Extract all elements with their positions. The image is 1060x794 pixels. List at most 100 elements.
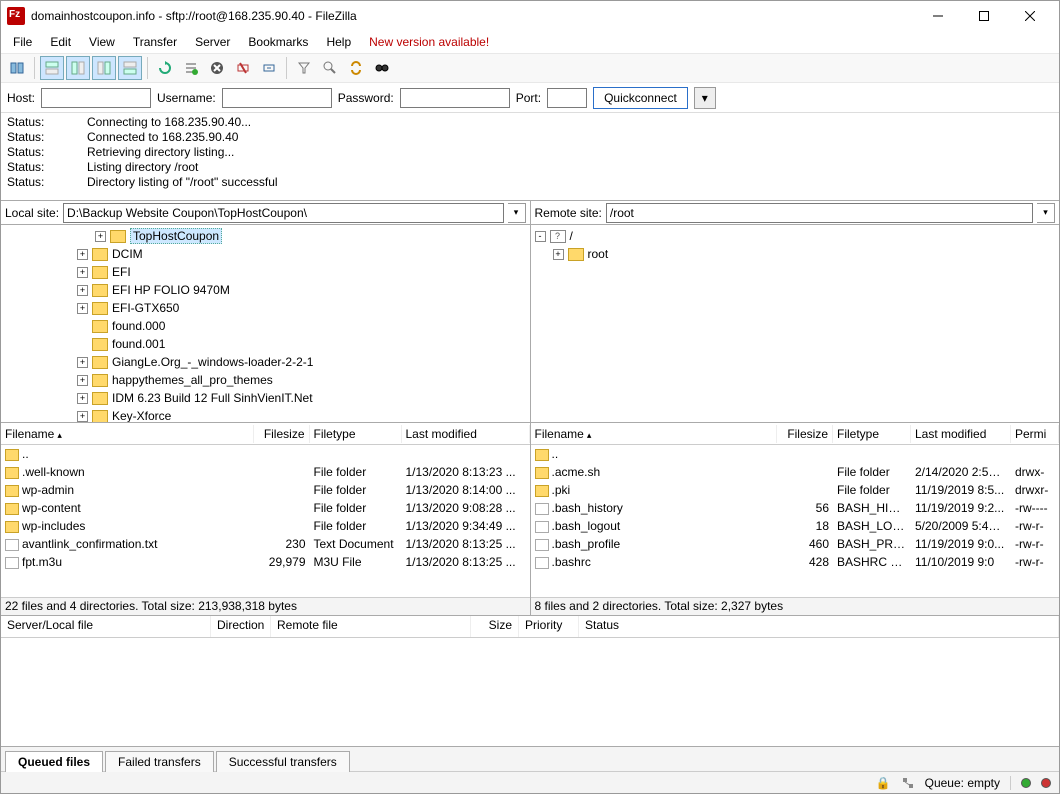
local-path-dropdown[interactable]: ▾ xyxy=(508,203,526,223)
expander-icon[interactable]: + xyxy=(77,249,88,260)
queue-headers[interactable]: Server/Local file Direction Remote file … xyxy=(1,616,1059,638)
expander-icon[interactable]: + xyxy=(77,411,88,422)
file-row[interactable]: .. xyxy=(1,445,530,463)
menu-server[interactable]: Server xyxy=(187,33,238,51)
maximize-button[interactable] xyxy=(961,2,1007,30)
expander-icon[interactable]: + xyxy=(95,231,106,242)
remote-file-headers[interactable]: Filename▴ Filesize Filetype Last modifie… xyxy=(531,423,1060,445)
toggle-queue-button[interactable] xyxy=(118,56,142,80)
compare-button[interactable] xyxy=(318,56,342,80)
local-site-path-input[interactable] xyxy=(63,203,503,223)
refresh-button[interactable] xyxy=(153,56,177,80)
quickconnect-button[interactable]: Quickconnect xyxy=(593,87,688,109)
tree-node[interactable]: -?/ xyxy=(535,227,1056,245)
menu-file[interactable]: File xyxy=(5,33,40,51)
col-lastmodified[interactable]: Last modified xyxy=(911,425,1011,443)
message-log[interactable]: Status:Connecting to 168.235.90.40... St… xyxy=(1,113,1059,201)
close-button[interactable] xyxy=(1007,2,1053,30)
col-filetype[interactable]: Filetype xyxy=(310,425,402,443)
tree-node[interactable]: +DCIM xyxy=(5,245,526,263)
host-input[interactable] xyxy=(41,88,151,108)
expander-icon[interactable]: + xyxy=(77,303,88,314)
menu-transfer[interactable]: Transfer xyxy=(125,33,185,51)
expander-icon[interactable]: + xyxy=(77,393,88,404)
tree-node[interactable]: +Key-Xforce xyxy=(5,407,526,422)
local-file-list[interactable]: Filename▴ Filesize Filetype Last modifie… xyxy=(1,423,530,597)
file-row[interactable]: wp-includesFile folder1/13/2020 9:34:49 … xyxy=(1,517,530,535)
file-row[interactable]: wp-contentFile folder1/13/2020 9:08:28 .… xyxy=(1,499,530,517)
tree-node[interactable]: +GiangLe.Org_-_windows-loader-2-2-1 xyxy=(5,353,526,371)
tree-node[interactable]: +root xyxy=(535,245,1056,263)
quickconnect-history-dropdown[interactable]: ▾ xyxy=(694,87,716,109)
file-row[interactable]: avantlink_confirmation.txt230Text Docume… xyxy=(1,535,530,553)
expander-icon[interactable] xyxy=(77,339,88,350)
filter-button[interactable] xyxy=(292,56,316,80)
expander-icon[interactable]: + xyxy=(77,375,88,386)
lock-icon[interactable]: 🔒 xyxy=(876,776,891,790)
queue-body[interactable] xyxy=(1,638,1059,746)
toggle-log-button[interactable] xyxy=(40,56,64,80)
col-server-local[interactable]: Server/Local file xyxy=(1,616,211,637)
file-row[interactable]: .well-knownFile folder1/13/2020 8:13:23 … xyxy=(1,463,530,481)
network-icon[interactable] xyxy=(901,776,915,790)
col-filetype[interactable]: Filetype xyxy=(833,425,911,443)
col-remote-file[interactable]: Remote file xyxy=(271,616,471,637)
file-row[interactable]: .pkiFile folder11/19/2019 8:5...drwxr- xyxy=(531,481,1060,499)
tree-node[interactable]: +EFI HP FOLIO 9470M xyxy=(5,281,526,299)
col-permissions[interactable]: Permi xyxy=(1011,425,1059,443)
file-row[interactable]: .bash_profile460BASH_PRO...11/19/2019 9:… xyxy=(531,535,1060,553)
tab-queued-files[interactable]: Queued files xyxy=(5,751,103,772)
local-file-headers[interactable]: Filename▴ Filesize Filetype Last modifie… xyxy=(1,423,530,445)
tab-failed-transfers[interactable]: Failed transfers xyxy=(105,751,214,772)
expander-icon[interactable]: + xyxy=(553,249,564,260)
remote-path-dropdown[interactable]: ▾ xyxy=(1037,203,1055,223)
col-priority[interactable]: Priority xyxy=(519,616,579,637)
username-input[interactable] xyxy=(222,88,332,108)
tree-node[interactable]: found.001 xyxy=(5,335,526,353)
tree-node[interactable]: found.000 xyxy=(5,317,526,335)
col-filename[interactable]: Filename▴ xyxy=(1,425,254,443)
site-manager-button[interactable] xyxy=(5,56,29,80)
port-input[interactable] xyxy=(547,88,587,108)
file-row[interactable]: .. xyxy=(531,445,1060,463)
tab-successful-transfers[interactable]: Successful transfers xyxy=(216,751,350,772)
col-size[interactable]: Size xyxy=(471,616,519,637)
expander-icon[interactable] xyxy=(77,321,88,332)
tree-node[interactable]: +EFI xyxy=(5,263,526,281)
col-lastmodified[interactable]: Last modified xyxy=(402,425,530,443)
col-direction[interactable]: Direction xyxy=(211,616,271,637)
tree-node[interactable]: +happythemes_all_pro_themes xyxy=(5,371,526,389)
col-filename[interactable]: Filename▴ xyxy=(531,425,778,443)
col-filesize[interactable]: Filesize xyxy=(254,425,310,443)
tree-node[interactable]: +EFI-GTX650 xyxy=(5,299,526,317)
local-directory-tree[interactable]: +TopHostCoupon+DCIM+EFI+EFI HP FOLIO 947… xyxy=(1,225,530,422)
toggle-local-tree-button[interactable] xyxy=(66,56,90,80)
file-row[interactable]: .bash_logout18BASH_LOG...5/20/2009 5:45:… xyxy=(531,517,1060,535)
reconnect-button[interactable] xyxy=(257,56,281,80)
menu-bookmarks[interactable]: Bookmarks xyxy=(240,33,316,51)
expander-icon[interactable]: - xyxy=(535,231,546,242)
col-filesize[interactable]: Filesize xyxy=(777,425,833,443)
expander-icon[interactable]: + xyxy=(77,267,88,278)
file-row[interactable]: wp-adminFile folder1/13/2020 8:14:00 ... xyxy=(1,481,530,499)
expander-icon[interactable]: + xyxy=(77,357,88,368)
tree-node[interactable]: +IDM 6.23 Build 12 Full SinhVienIT.Net xyxy=(5,389,526,407)
menu-view[interactable]: View xyxy=(81,33,123,51)
minimize-button[interactable] xyxy=(915,2,961,30)
menu-help[interactable]: Help xyxy=(318,33,359,51)
process-queue-button[interactable] xyxy=(179,56,203,80)
expander-icon[interactable]: + xyxy=(77,285,88,296)
remote-directory-tree[interactable]: -?/+root xyxy=(531,225,1060,422)
search-button[interactable] xyxy=(370,56,394,80)
cancel-button[interactable] xyxy=(205,56,229,80)
file-row[interactable]: .bash_history56BASH_HIST...11/19/2019 9:… xyxy=(531,499,1060,517)
file-row[interactable]: .bashrc428BASHRC File11/10/2019 9:0-rw-r… xyxy=(531,553,1060,571)
sync-browse-button[interactable] xyxy=(344,56,368,80)
disconnect-button[interactable] xyxy=(231,56,255,80)
new-version-link[interactable]: New version available! xyxy=(361,33,497,51)
remote-file-list[interactable]: Filename▴ Filesize Filetype Last modifie… xyxy=(531,423,1060,597)
menu-edit[interactable]: Edit xyxy=(42,33,79,51)
file-row[interactable]: fpt.m3u29,979M3U File1/13/2020 8:13:25 .… xyxy=(1,553,530,571)
tree-node[interactable]: +TopHostCoupon xyxy=(5,227,526,245)
remote-site-path-input[interactable] xyxy=(606,203,1033,223)
